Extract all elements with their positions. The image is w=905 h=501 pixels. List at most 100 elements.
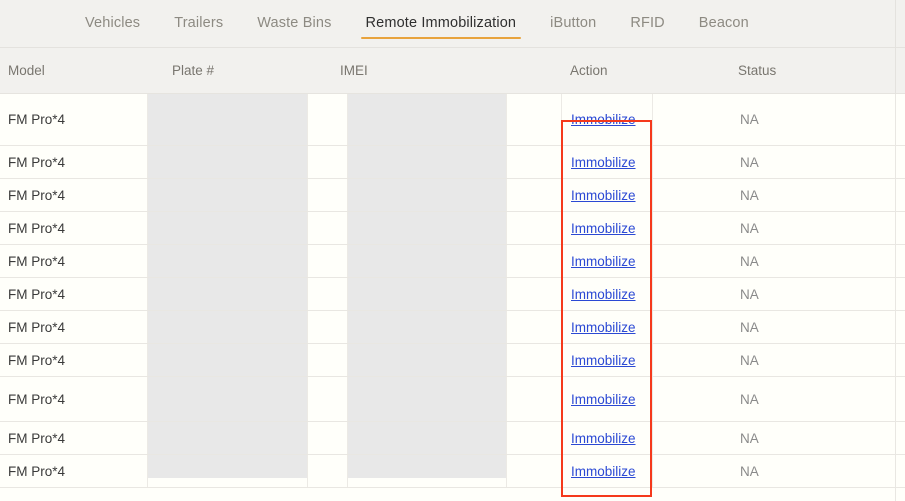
tab-label: Beacon <box>698 15 749 31</box>
column-divider <box>307 278 308 310</box>
immobilize-link[interactable]: Immobilize <box>571 245 651 277</box>
cell-plate <box>148 212 306 244</box>
column-divider <box>307 422 308 454</box>
column-divider <box>307 311 308 343</box>
table-row[interactable]: FM Pro*4 Immobilize NA <box>0 455 905 488</box>
cell-model-text: FM Pro*4 <box>8 352 66 368</box>
cell-imei <box>348 179 506 211</box>
cell-plate <box>148 344 306 376</box>
column-divider <box>506 245 507 277</box>
cell-status-text: NA <box>740 187 759 203</box>
immobilize-link-text[interactable]: Immobilize <box>571 188 636 203</box>
table-row[interactable]: FM Pro*4 Immobilize NA <box>0 422 905 455</box>
immobilize-link-text[interactable]: Immobilize <box>571 431 636 446</box>
immobilize-link-text[interactable]: Immobilize <box>571 287 636 302</box>
cell-model-text: FM Pro*4 <box>8 319 66 335</box>
immobilize-link-text[interactable]: Immobilize <box>571 155 636 170</box>
cell-status-text: NA <box>740 286 759 302</box>
tab-vehicles[interactable]: Vehicles <box>68 0 157 48</box>
column-divider <box>561 455 562 487</box>
cell-status: NA <box>740 311 820 343</box>
cell-model: FM Pro*4 <box>8 94 146 145</box>
cell-imei <box>348 146 506 178</box>
immobilize-link[interactable]: Immobilize <box>571 344 651 376</box>
column-divider <box>652 311 653 343</box>
column-divider <box>652 278 653 310</box>
table-row[interactable]: FM Pro*4 Immobilize NA <box>0 278 905 311</box>
cell-model: FM Pro*4 <box>8 212 146 244</box>
table-row[interactable]: FM Pro*4 Immobilize NA <box>0 311 905 344</box>
table-row[interactable]: FM Pro*4 Immobilize NA <box>0 245 905 278</box>
immobilize-link-text[interactable]: Immobilize <box>571 112 636 127</box>
cell-status-text: NA <box>740 430 759 446</box>
immobilize-link[interactable]: Immobilize <box>571 278 651 310</box>
column-header-plate[interactable]: Plate # <box>172 63 214 78</box>
immobilize-link[interactable]: Immobilize <box>571 94 651 145</box>
cell-status-text: NA <box>740 463 759 479</box>
column-header-status[interactable]: Status <box>738 63 776 78</box>
immobilize-link[interactable]: Immobilize <box>571 179 651 211</box>
tab-strip: Vehicles Trailers Waste Bins Remote Immobil… <box>68 0 766 48</box>
table-row[interactable]: FM Pro*4 Immobilize NA <box>0 344 905 377</box>
cell-status: NA <box>740 245 820 277</box>
column-header-imei[interactable]: IMEI <box>340 63 368 78</box>
cell-status: NA <box>740 422 820 454</box>
tab-remote-immobilization[interactable]: Remote Immobilization <box>349 0 534 48</box>
cell-plate <box>148 146 306 178</box>
tab-ibutton[interactable]: iButton <box>533 0 613 48</box>
immobilize-link-text[interactable]: Immobilize <box>571 221 636 236</box>
cell-model: FM Pro*4 <box>8 179 146 211</box>
column-divider <box>561 212 562 244</box>
cell-status-text: NA <box>740 352 759 368</box>
tab-waste-bins[interactable]: Waste Bins <box>240 0 348 48</box>
cell-imei <box>348 344 506 376</box>
tab-rfid[interactable]: RFID <box>613 0 681 48</box>
tab-trailers[interactable]: Trailers <box>157 0 240 48</box>
tab-label: Remote Immobilization <box>365 15 517 31</box>
cell-imei <box>348 94 506 145</box>
column-divider <box>506 278 507 310</box>
immobilize-link-text[interactable]: Immobilize <box>571 254 636 269</box>
column-divider <box>561 278 562 310</box>
cell-status: NA <box>740 278 820 310</box>
table-row[interactable]: FM Pro*4 Immobilize NA <box>0 212 905 245</box>
tab-beacon[interactable]: Beacon <box>682 0 766 48</box>
immobilize-link-text[interactable]: Immobilize <box>571 320 636 335</box>
table-row[interactable]: FM Pro*4 Immobilize NA <box>0 179 905 212</box>
cell-plate <box>148 179 306 211</box>
table-row[interactable]: FM Pro*4 Immobilize NA <box>0 94 905 146</box>
cell-status-text: NA <box>740 112 759 127</box>
cell-status-text: NA <box>740 391 759 407</box>
cell-status: NA <box>740 377 820 421</box>
immobilize-link[interactable]: Immobilize <box>571 311 651 343</box>
column-divider <box>506 212 507 244</box>
immobilize-link[interactable]: Immobilize <box>571 377 651 421</box>
cell-model-text: FM Pro*4 <box>8 430 66 446</box>
column-divider <box>307 146 308 178</box>
immobilize-link[interactable]: Immobilize <box>571 422 651 454</box>
table-row[interactable]: FM Pro*4 Immobilize NA <box>0 146 905 179</box>
immobilize-link[interactable]: Immobilize <box>571 212 651 244</box>
cell-plate <box>148 245 306 277</box>
cell-status: NA <box>740 344 820 376</box>
cell-plate <box>148 377 306 421</box>
column-divider <box>652 344 653 376</box>
column-divider <box>652 377 653 421</box>
column-divider <box>506 377 507 421</box>
immobilize-link-text[interactable]: Immobilize <box>571 392 636 407</box>
tab-bar: Vehicles Trailers Waste Bins Remote Immobil… <box>0 0 905 48</box>
tab-label: Vehicles <box>85 15 141 31</box>
immobilize-link-text[interactable]: Immobilize <box>571 353 636 368</box>
column-header-action[interactable]: Action <box>570 63 608 78</box>
immobilize-link-text[interactable]: Immobilize <box>571 464 636 479</box>
table-row[interactable]: FM Pro*4 Immobilize NA <box>0 377 905 422</box>
column-divider <box>307 245 308 277</box>
column-divider <box>307 344 308 376</box>
column-divider <box>307 179 308 211</box>
cell-imei <box>348 422 506 454</box>
immobilize-link[interactable]: Immobilize <box>571 455 651 487</box>
column-header-model[interactable]: Model <box>8 63 45 78</box>
cell-status-text: NA <box>740 154 759 170</box>
immobilize-link[interactable]: Immobilize <box>571 146 651 178</box>
cell-model-text: FM Pro*4 <box>8 253 66 269</box>
